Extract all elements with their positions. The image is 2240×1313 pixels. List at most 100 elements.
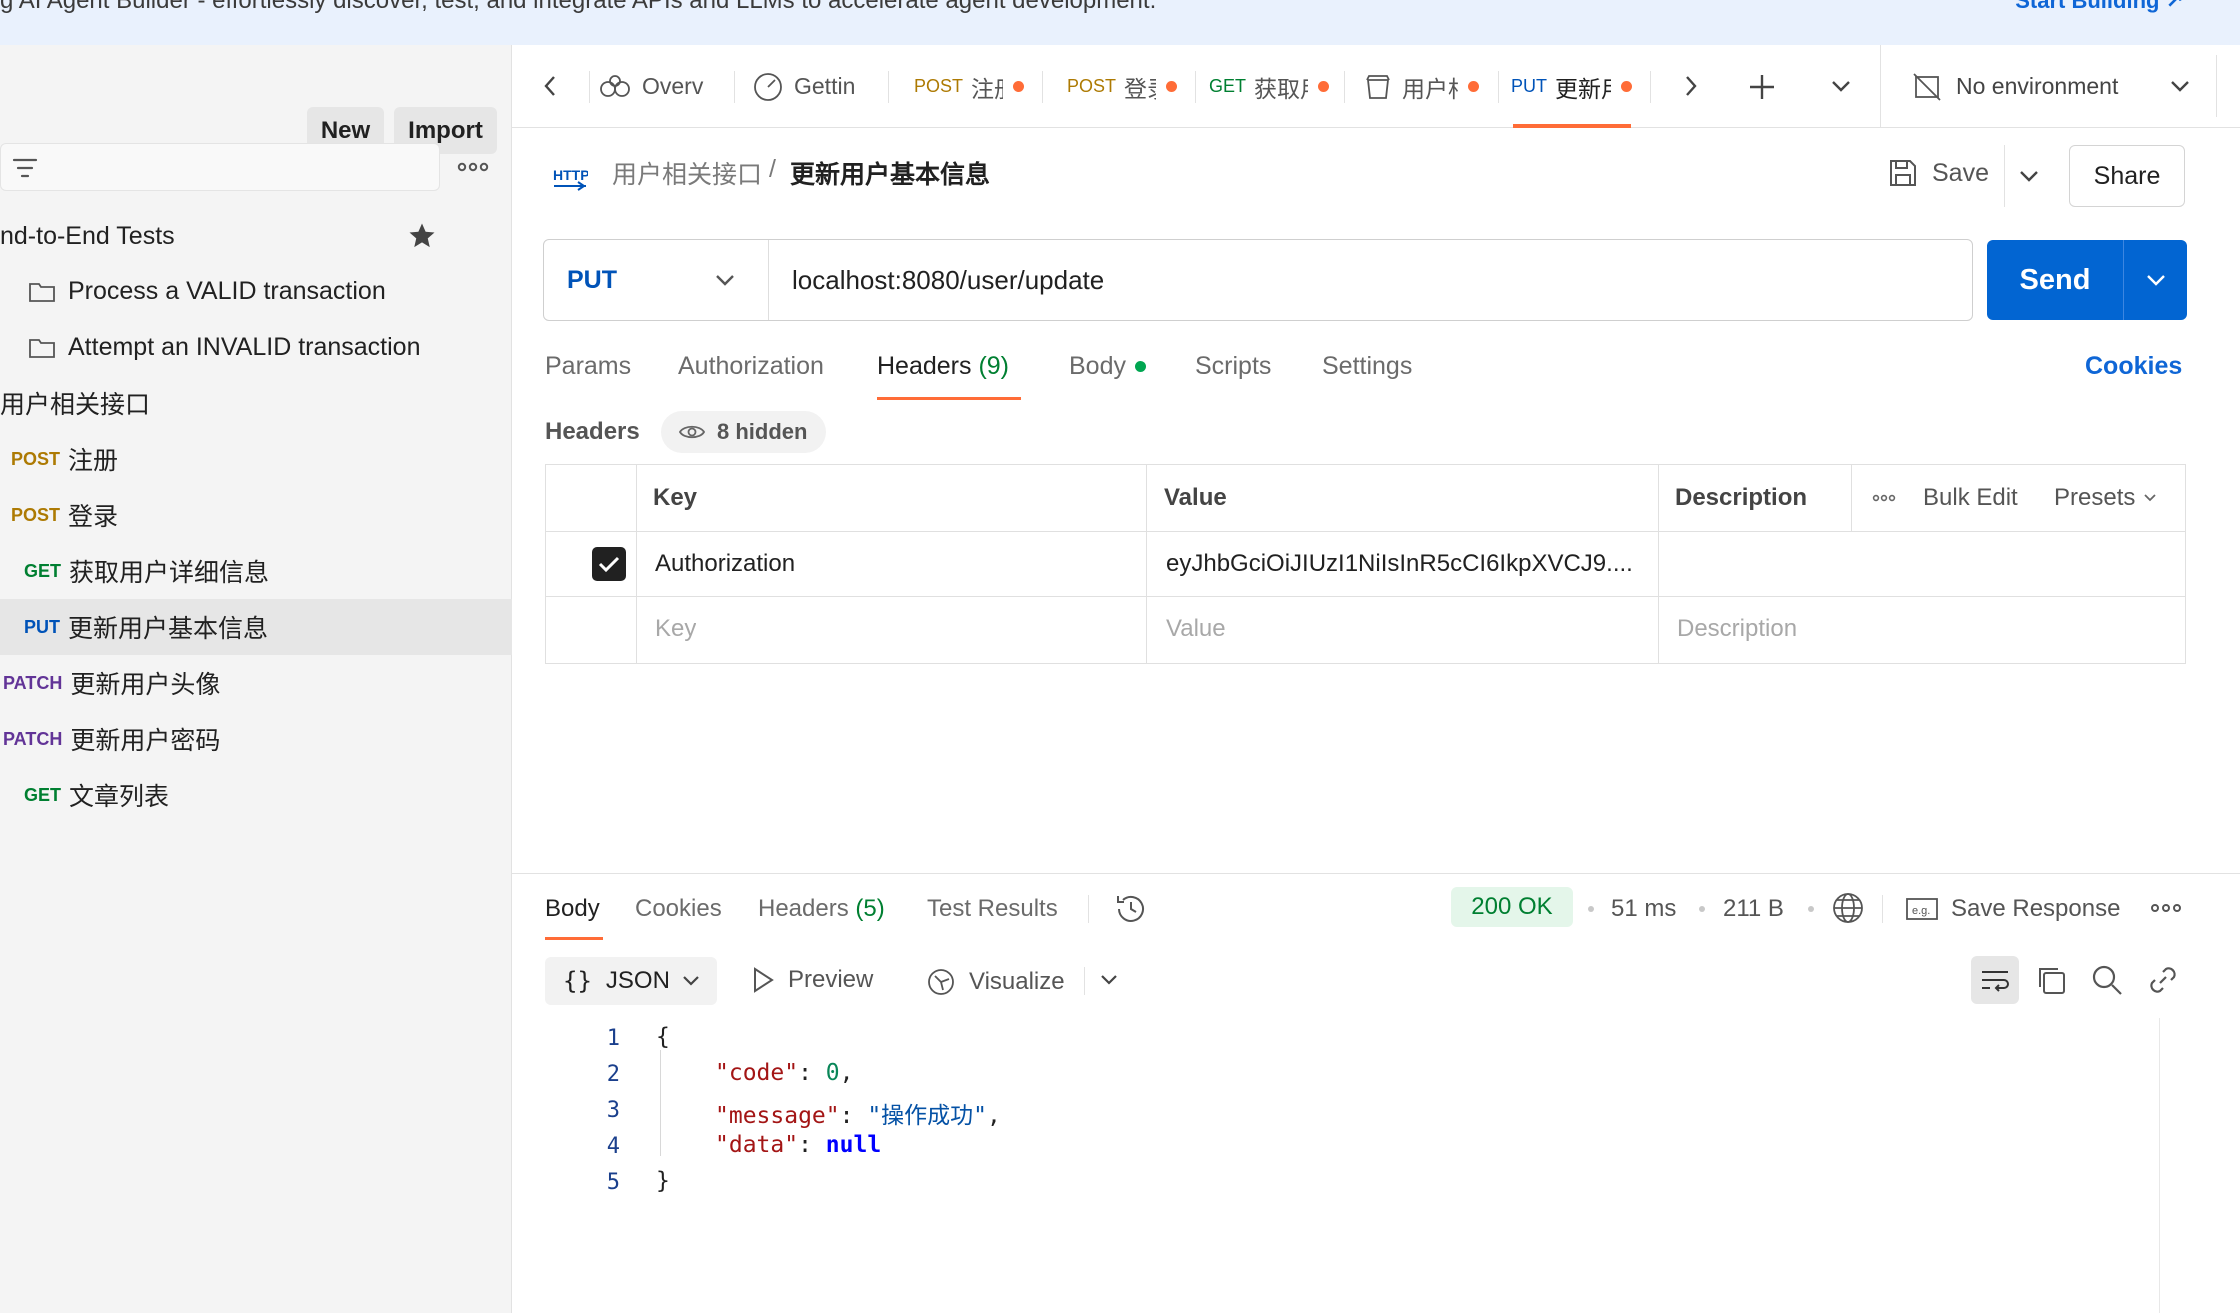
page-title[interactable]: 更新用户基本信息 — [790, 155, 990, 191]
sidebar-collection[interactable]: 用户相关接口 — [0, 375, 512, 431]
method-badge: POST — [11, 448, 61, 469]
tab-put-update-user[interactable]: PUT 更新用 — [1511, 45, 1632, 128]
sidebar-request-update-user[interactable]: PUT 更新用户基本信息 — [0, 599, 512, 655]
new-header-description-input[interactable]: Description — [1677, 597, 1797, 661]
sidebar-more-icon[interactable] — [457, 157, 489, 177]
tab-collection[interactable]: 用户相 — [1364, 45, 1479, 128]
globe-icon[interactable] — [1831, 891, 1865, 925]
new-header-value-input[interactable]: Value — [1166, 597, 1226, 661]
tab-settings[interactable]: Settings — [1322, 352, 1412, 381]
environment-chevron-icon[interactable] — [2169, 79, 2191, 93]
tab-post-login[interactable]: POST 登录 — [1067, 45, 1178, 128]
method-select[interactable]: PUT — [544, 240, 769, 320]
sidebar-request-update-password[interactable]: PATCH 更新用户密码 — [0, 711, 512, 767]
column-header-value: Value — [1164, 484, 1227, 511]
header-key-cell[interactable]: Authorization — [655, 532, 795, 596]
new-tab-icon[interactable] — [1748, 73, 1776, 101]
sidebar-folder-valid[interactable]: Process a VALID transaction — [0, 263, 512, 319]
tabs-menu-chevron-icon[interactable] — [1830, 79, 1852, 93]
code-line-message: "message": "操作成功", — [715, 1103, 1001, 1129]
hidden-headers-toggle[interactable]: 8 hidden — [661, 411, 826, 453]
sidebar-request-get-user[interactable]: GET 获取用户详细信息 — [0, 543, 512, 599]
sidebar-search-input[interactable] — [0, 143, 440, 191]
visualize-chevron-icon[interactable] — [1099, 973, 1119, 987]
sidebar-item-label: nd-to-End Tests — [0, 221, 175, 250]
braces-icon: {} — [563, 967, 592, 995]
response-more-icon[interactable] — [2150, 900, 2182, 916]
save-response-button[interactable]: e.g. Save Response — [1905, 895, 2120, 923]
code-line-close: } — [656, 1168, 670, 1194]
response-divider[interactable] — [512, 873, 2240, 874]
send-options-chevron-icon[interactable] — [2145, 273, 2167, 287]
link-icon[interactable] — [2146, 963, 2180, 997]
format-chevron-icon — [682, 975, 700, 987]
breadcrumb-collection[interactable]: 用户相关接口 — [612, 155, 762, 191]
environment-selector[interactable]: No environment — [1912, 45, 2118, 128]
status-badge: 200 OK — [1451, 887, 1573, 927]
line-number: 3 — [606, 1098, 620, 1123]
header-enabled-checkbox[interactable] — [592, 547, 626, 581]
wrap-lines-icon[interactable] — [1971, 956, 2019, 1004]
method-badge: PATCH — [3, 672, 63, 693]
breadcrumb-separator: / — [769, 155, 776, 183]
tabs-scroll-right-icon[interactable] — [1684, 74, 1698, 98]
send-button[interactable]: Send — [1987, 240, 2187, 320]
preview-button[interactable]: Preview — [752, 966, 873, 994]
table-more-icon[interactable] — [1872, 491, 1896, 505]
url-input[interactable]: localhost:8080/user/update — [792, 240, 1104, 320]
tab-getting-started[interactable]: Gettin — [752, 45, 855, 128]
save-button[interactable]: Save — [1888, 140, 1989, 206]
tab-body-label: Body — [1069, 352, 1126, 380]
folder-icon — [28, 335, 56, 359]
visualize-button[interactable]: Visualize — [925, 966, 1065, 998]
tab-scripts[interactable]: Scripts — [1195, 352, 1271, 381]
sidebar-request-update-avatar[interactable]: PATCH 更新用户头像 — [0, 655, 512, 711]
start-building-link[interactable]: Start Building ↗ — [2015, 0, 2184, 16]
tab-label: 用户相 — [1402, 75, 1458, 102]
save-response-label: Save Response — [1951, 895, 2121, 922]
tab-get-user[interactable]: GET 获取用 — [1209, 45, 1330, 128]
cookies-link[interactable]: Cookies — [2085, 352, 2182, 381]
format-select[interactable]: {} JSON — [545, 957, 717, 1005]
line-number: 1 — [606, 1026, 620, 1051]
share-button[interactable]: Share — [2069, 145, 2185, 207]
sidebar-item-label: 用户相关接口 — [0, 391, 151, 419]
active-tab-indicator — [545, 937, 603, 940]
tab-body[interactable]: Body — [1069, 352, 1146, 381]
search-icon[interactable] — [2090, 963, 2124, 997]
hidden-count: 8 hidden — [717, 419, 808, 444]
presets-dropdown[interactable]: Presets — [2054, 465, 2157, 531]
column-header-key: Key — [653, 484, 698, 511]
svg-text:e.g.: e.g. — [1912, 905, 1930, 917]
tab-post-register[interactable]: POST 注册 — [914, 45, 1025, 128]
tab-headers[interactable]: Headers (9) — [877, 352, 1009, 381]
sidebar-request-article-list[interactable]: GET 文章列表 — [0, 767, 512, 823]
header-value-cell[interactable]: eyJhbGciOiJIUzI1NiIsInR5cCI6IkpXVCJ9.... — [1166, 532, 1646, 596]
save-options-chevron-icon[interactable] — [2018, 169, 2040, 183]
tab-params[interactable]: Params — [545, 352, 631, 381]
filter-icon[interactable] — [11, 156, 39, 180]
tab-overview[interactable]: Overv — [598, 45, 703, 128]
history-icon[interactable] — [1114, 892, 1148, 926]
tab-authorization[interactable]: Authorization — [678, 352, 824, 381]
sidebar-item-label: 登录 — [68, 503, 119, 531]
sidebar-request-register[interactable]: POST 注册 — [0, 431, 512, 487]
star-icon[interactable] — [407, 221, 437, 251]
new-header-key-input[interactable]: Key — [655, 597, 696, 661]
copy-icon[interactable] — [2034, 963, 2068, 997]
url-bar: PUT localhost:8080/user/update — [543, 239, 1973, 321]
response-tab-body[interactable]: Body — [545, 895, 600, 923]
code-line-data: "data": null — [715, 1132, 882, 1158]
visualize-icon — [925, 966, 957, 998]
sidebar-folder-invalid[interactable]: Attempt an INVALID transaction — [0, 319, 512, 375]
bulk-edit-button[interactable]: Bulk Edit — [1923, 465, 2018, 531]
no-environment-icon — [1912, 72, 1942, 102]
sidebar-request-login[interactable]: POST 登录 — [0, 487, 512, 543]
code-line-open: { — [656, 1024, 670, 1050]
tabs-scroll-left-icon[interactable] — [543, 74, 557, 98]
response-tab-cookies[interactable]: Cookies — [635, 895, 722, 923]
tab-label: 更新用 — [1555, 75, 1611, 102]
response-tab-test-results[interactable]: Test Results — [927, 895, 1058, 923]
code-scrollbar-track[interactable] — [2159, 1018, 2160, 1313]
response-tab-headers[interactable]: Headers (5) — [758, 895, 885, 923]
